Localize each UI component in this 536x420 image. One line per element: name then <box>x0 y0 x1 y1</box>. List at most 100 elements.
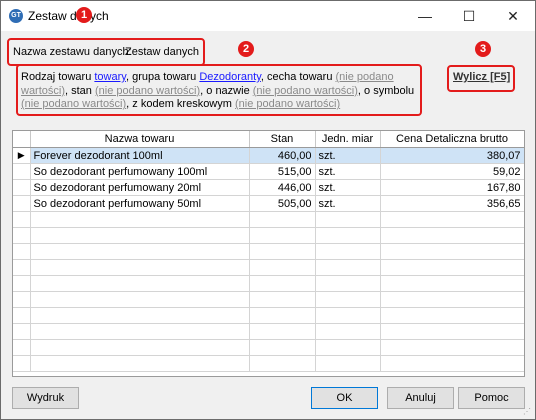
empty-cell <box>380 243 524 260</box>
empty-cell <box>380 275 524 292</box>
empty-cell <box>13 307 31 324</box>
cell-price: 356,65 <box>380 195 524 212</box>
annotation-badge-3: 3 <box>475 41 491 57</box>
symbol-link[interactable]: (nie podano wartości) <box>21 98 126 110</box>
column-header-price[interactable]: Cena Detaliczna brutto <box>380 131 524 148</box>
empty-cell <box>249 259 316 276</box>
state-link[interactable]: (nie podano wartości) <box>95 85 200 97</box>
column-header-stock[interactable]: Stan <box>249 131 316 148</box>
empty-row <box>13 323 524 340</box>
empty-cell <box>380 323 524 340</box>
cancel-button[interactable]: Anuluj <box>387 387 454 409</box>
dataset-description: Rodzaj towaru towary, grupa towaru Dezod… <box>21 71 419 112</box>
desc-text: , o symbolu <box>357 84 415 97</box>
minimize-icon: — <box>418 8 432 24</box>
maximize-button[interactable]: ☐ <box>447 1 491 31</box>
empty-cell <box>13 243 31 260</box>
empty-cell <box>30 275 250 292</box>
desc-text: , cecha towaru <box>260 71 336 83</box>
empty-cell <box>249 275 316 292</box>
column-header-name[interactable]: Nazwa towaru <box>30 131 250 148</box>
barcode-link[interactable]: (nie podano wartości) <box>235 98 340 110</box>
empty-cell <box>30 323 250 340</box>
empty-cell <box>13 355 31 372</box>
group-link[interactable]: Dezodoranty <box>199 71 261 83</box>
kind-link[interactable]: towary <box>94 71 126 83</box>
empty-row <box>13 243 524 260</box>
desc-text: , grupa towaru <box>125 71 200 83</box>
empty-row <box>13 339 524 356</box>
table-row[interactable]: So dezodorant perfumowany 100ml 515,00 s… <box>13 163 524 180</box>
cell-price: 167,80 <box>380 179 524 196</box>
empty-cell <box>315 339 381 356</box>
empty-cell <box>13 291 31 308</box>
resize-grip-icon[interactable]: ⋰ <box>523 407 533 417</box>
empty-cell <box>380 307 524 324</box>
cell-stock: 515,00 <box>249 163 316 180</box>
empty-cell <box>30 339 250 356</box>
cell-price: 380,07 <box>380 147 524 164</box>
column-header-unit[interactable]: Jedn. miar <box>315 131 381 148</box>
items-table: Nazwa towaru Stan Jedn. miar Cena Detali… <box>13 131 524 372</box>
empty-cell <box>30 355 250 372</box>
ok-button[interactable]: OK <box>311 387 378 409</box>
minimize-button[interactable]: — <box>403 1 447 31</box>
empty-cell <box>315 291 381 308</box>
empty-cell <box>249 243 316 260</box>
empty-cell <box>30 307 250 324</box>
empty-cell <box>249 307 316 324</box>
cell-name: Forever dezodorant 100ml <box>30 147 250 164</box>
empty-row <box>13 227 524 244</box>
cell-unit: szt. <box>315 147 381 164</box>
data-grid[interactable]: Nazwa towaru Stan Jedn. miar Cena Detali… <box>12 130 525 377</box>
annotation-badge-1: 1 <box>76 7 92 23</box>
name-link[interactable]: (nie podano wartości) <box>253 85 358 97</box>
empty-cell <box>13 339 31 356</box>
calculate-button[interactable]: Wylicz [F5] <box>453 71 510 83</box>
close-icon: ✕ <box>507 8 519 24</box>
table-row[interactable]: So dezodorant perfumowany 50ml 505,00 sz… <box>13 195 524 212</box>
empty-cell <box>380 227 524 244</box>
empty-cell <box>30 259 250 276</box>
empty-cell <box>315 323 381 340</box>
empty-cell <box>315 227 381 244</box>
empty-cell <box>380 259 524 276</box>
empty-cell <box>249 227 316 244</box>
cell-unit: szt. <box>315 195 381 212</box>
dataset-name-value[interactable]: Zestaw danych <box>125 46 199 58</box>
app-icon: GT <box>9 9 23 23</box>
help-button[interactable]: Pomoc <box>458 387 525 409</box>
empty-cell <box>249 355 316 372</box>
indicator-column-header <box>13 131 31 148</box>
desc-text: , o nazwie <box>200 84 253 97</box>
row-indicator <box>13 179 31 196</box>
row-indicator <box>13 163 31 180</box>
empty-cell <box>380 355 524 372</box>
table-header-row: Nazwa towaru Stan Jedn. miar Cena Detali… <box>13 131 524 148</box>
annotation-badge-2: 2 <box>238 41 254 57</box>
empty-row <box>13 355 524 372</box>
row-indicator <box>13 195 31 212</box>
cell-stock: 505,00 <box>249 195 316 212</box>
empty-row <box>13 275 524 292</box>
empty-cell <box>380 291 524 308</box>
close-button[interactable]: ✕ <box>491 1 535 31</box>
cell-unit: szt. <box>315 179 381 196</box>
table-row[interactable]: ▶ Forever dezodorant 100ml 460,00 szt. 3… <box>13 147 524 164</box>
empty-cell <box>13 211 31 228</box>
empty-cell <box>380 339 524 356</box>
empty-cell <box>249 323 316 340</box>
empty-cell <box>13 323 31 340</box>
empty-cell <box>249 291 316 308</box>
print-button[interactable]: Wydruk <box>12 387 79 409</box>
empty-cell <box>30 211 250 228</box>
empty-cell <box>13 275 31 292</box>
table-row[interactable]: So dezodorant perfumowany 20ml 446,00 sz… <box>13 179 524 196</box>
empty-row <box>13 211 524 228</box>
desc-text: , z kodem kreskowym <box>126 98 235 110</box>
desc-text: Rodzaj towaru <box>21 71 95 83</box>
empty-cell <box>13 259 31 276</box>
empty-row <box>13 259 524 276</box>
cell-name: So dezodorant perfumowany 100ml <box>30 163 250 180</box>
empty-cell <box>315 259 381 276</box>
